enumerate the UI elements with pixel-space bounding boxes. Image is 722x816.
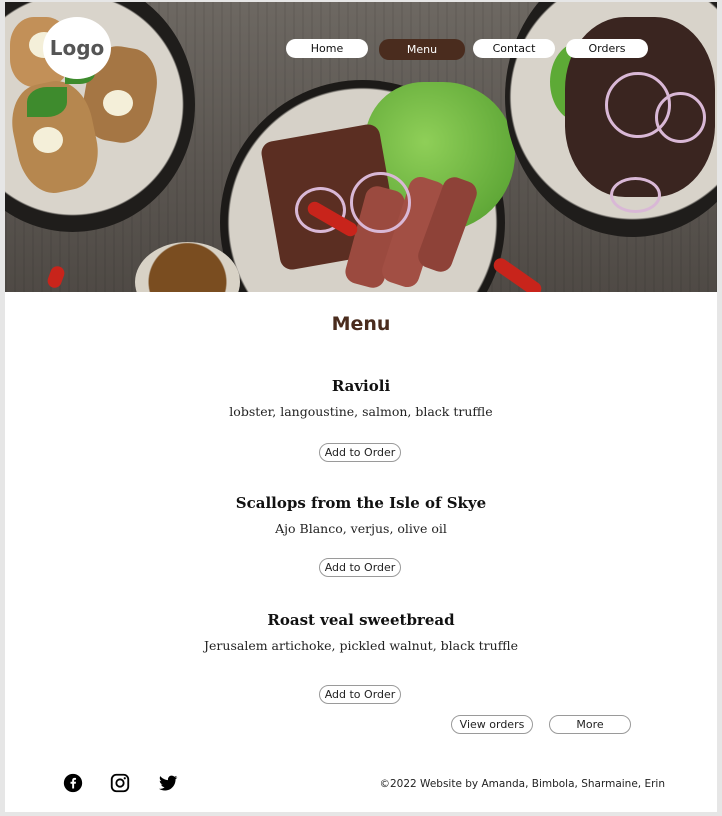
dish-description: Ajo Blanco, verjus, olive oil xyxy=(275,521,447,536)
dish-name: Scallops from the Isle of Skye xyxy=(235,494,487,512)
hero-banner-image: Logo Home Menu Contact Orders xyxy=(5,2,717,292)
page-frame: Logo Home Menu Contact Orders Menu Ravio… xyxy=(5,2,717,812)
dish-name: Ravioli xyxy=(331,377,391,395)
nav-home[interactable]: Home xyxy=(286,39,368,58)
chili-pepper xyxy=(490,255,545,292)
onion-ring xyxy=(655,92,706,143)
instagram-icon[interactable] xyxy=(109,772,131,794)
onion-ring xyxy=(610,177,661,213)
dish-description: Jerusalem artichoke, pickled walnut, bla… xyxy=(204,638,518,653)
dish-name: Roast veal sweetbread xyxy=(267,611,455,629)
dish-description: lobster, langoustine, salmon, black truf… xyxy=(229,404,493,419)
nav-menu[interactable]: Menu xyxy=(379,39,465,60)
chili-pepper xyxy=(45,264,67,290)
view-orders-button[interactable]: View orders xyxy=(451,715,533,734)
herb-garnish xyxy=(27,87,67,117)
nav-orders[interactable]: Orders xyxy=(566,39,648,58)
more-button[interactable]: More xyxy=(549,715,631,734)
nav-contact[interactable]: Contact xyxy=(473,39,555,58)
onion-ring xyxy=(350,172,411,233)
add-to-order-button[interactable]: Add to Order xyxy=(319,685,401,704)
cream-dollop xyxy=(103,90,133,116)
add-to-order-button[interactable]: Add to Order xyxy=(319,558,401,577)
facebook-icon[interactable] xyxy=(62,772,84,794)
copyright-text: ©2022 Website by Amanda, Bimbola, Sharma… xyxy=(379,778,666,790)
cream-dollop xyxy=(33,127,63,153)
add-to-order-button[interactable]: Add to Order xyxy=(319,443,401,462)
logo[interactable]: Logo xyxy=(43,17,111,79)
menu-title: Menu xyxy=(331,313,391,335)
twitter-icon[interactable] xyxy=(157,772,179,794)
